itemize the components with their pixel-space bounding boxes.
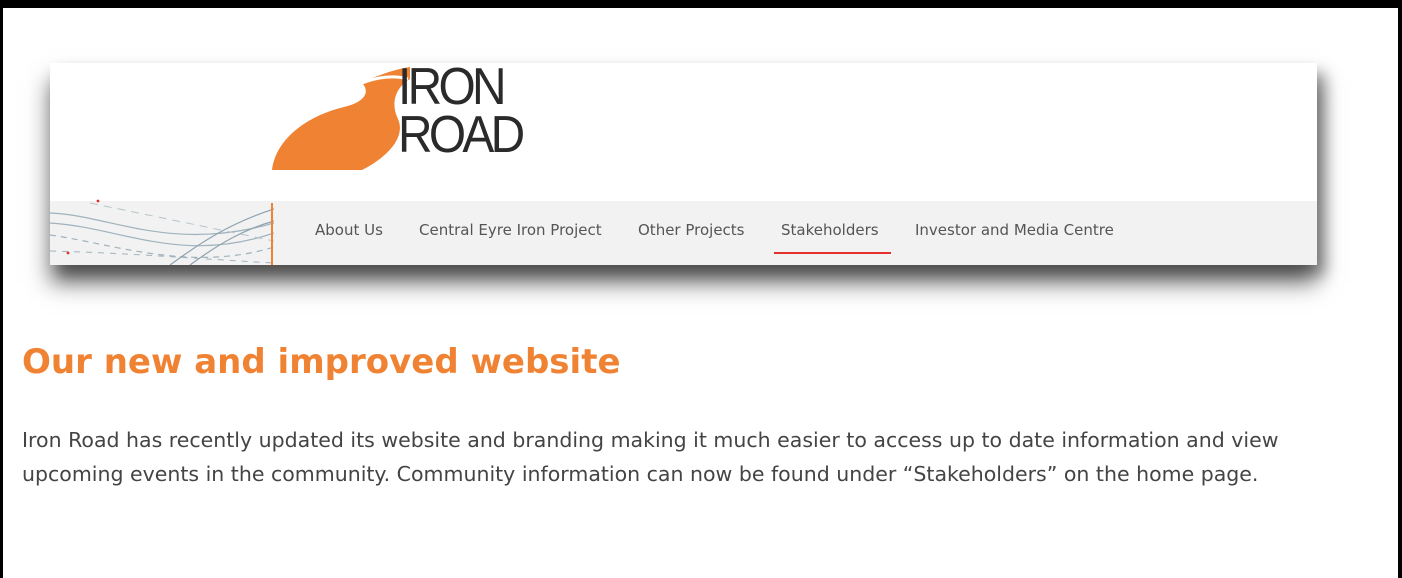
nav-active-indicator [774, 252, 891, 254]
iron-road-logo[interactable]: IRON ROAD [270, 63, 560, 171]
article-body: Iron Road has recently updated its websi… [22, 428, 1279, 486]
article-headline: Our new and improved website [22, 342, 621, 382]
logo-text-iron: IRON [398, 63, 507, 116]
nav-item-central-eyre-iron-project[interactable]: Central Eyre Iron Project [419, 221, 602, 239]
nav-item-stakeholders[interactable]: Stakeholders [781, 221, 879, 239]
nav-item-about-us[interactable]: About Us [315, 221, 383, 239]
newsletter-frame: IRON ROAD About Us Central Eyre Iron Pro… [0, 0, 1402, 578]
logo-text-road: ROAD [398, 106, 525, 164]
nav-item-other-projects[interactable]: Other Projects [638, 221, 745, 239]
rail-lines-decoration [50, 199, 274, 265]
nav-item-investor-and-media-centre[interactable]: Investor and Media Centre [915, 221, 1114, 239]
road-swoosh-icon [272, 67, 410, 170]
website-screenshot: IRON ROAD About Us Central Eyre Iron Pro… [50, 63, 1317, 265]
